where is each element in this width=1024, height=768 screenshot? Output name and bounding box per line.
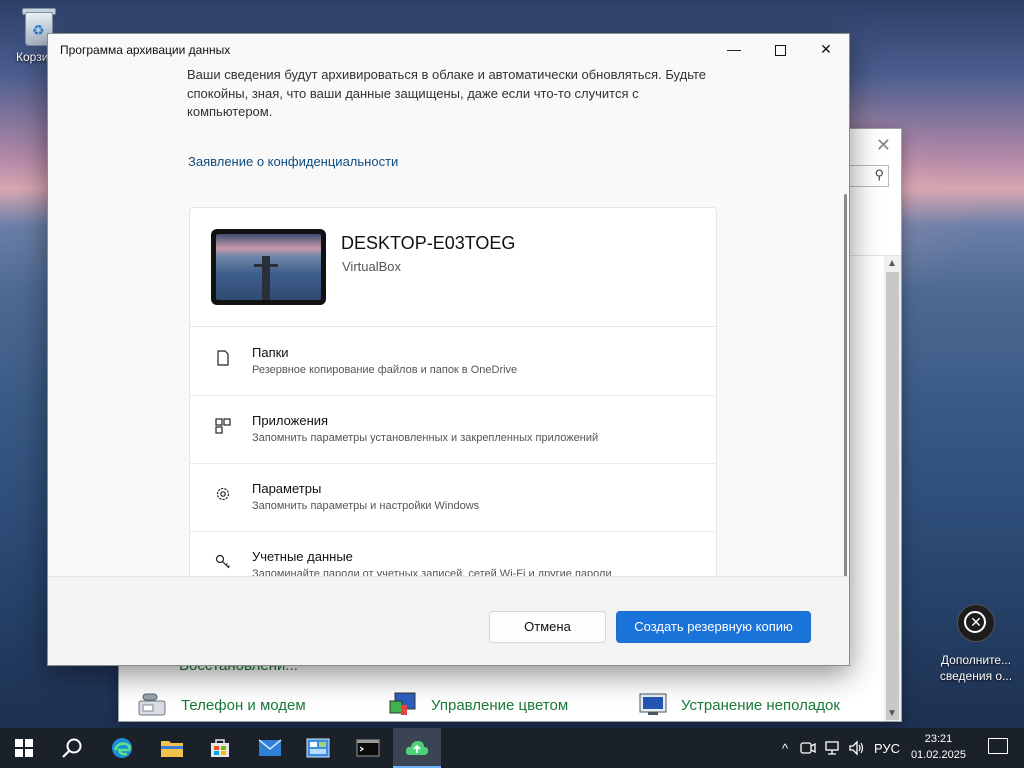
control-panel-item-label: Управление цветом (431, 696, 569, 714)
backup-dialog: Программа архивации данных — ✕ Ваши свед… (47, 33, 850, 666)
taskbar-mail-button[interactable] (246, 728, 294, 768)
system-tray: ^ РУС (776, 728, 900, 768)
maximize-icon (774, 45, 786, 56)
control-panel-scrollbar[interactable]: ▲ ▼ (884, 256, 901, 721)
device-header: DESKTOP-E03TOEG VirtualBox (190, 208, 716, 327)
key-icon (215, 554, 230, 569)
create-backup-button[interactable]: Создать резервную копию (616, 611, 811, 643)
apps-icon (215, 418, 231, 434)
dialog-scrollbar[interactable] (844, 194, 847, 576)
taskbar-store-button[interactable] (196, 728, 244, 768)
start-button[interactable] (0, 728, 48, 768)
info-icon-label-line1: Дополните... (940, 653, 1012, 667)
backup-row-credentials[interactable]: Учетные данные Запоминайте пароли от уче… (190, 531, 716, 576)
network-icon[interactable] (824, 740, 840, 756)
row-description: Резервное копирование файлов и папок в O… (252, 364, 518, 376)
taskbar-backup-button[interactable] (393, 728, 441, 768)
input-language-indicator[interactable]: РУС (874, 741, 900, 756)
control-panel-close-button[interactable]: ✕ (876, 135, 891, 156)
search-icon (62, 738, 82, 758)
row-title: Параметры (252, 481, 322, 496)
info-icon-label-line2: сведения о... (939, 669, 1013, 683)
store-icon (211, 739, 229, 757)
row-description: Запомнить параметры установленных и закр… (252, 432, 599, 444)
device-name: DESKTOP-E03TOEG (341, 233, 516, 253)
maximize-button[interactable] (757, 34, 803, 66)
search-icon: ⚲ (874, 167, 884, 182)
taskbar-clock[interactable]: 23:21 01.02.2025 (911, 731, 966, 763)
backup-options-card: DESKTOP-E03TOEG VirtualBox Папки Резервн… (189, 207, 717, 576)
volume-icon[interactable] (848, 740, 866, 756)
control-panel-icon (306, 738, 330, 758)
backup-row-apps[interactable]: Приложения Запомнить параметры установле… (190, 395, 716, 464)
file-explorer-icon (161, 741, 183, 757)
troubleshooting-icon (639, 693, 667, 715)
taskbar-file-explorer-button[interactable] (148, 728, 196, 768)
dialog-title: Программа архивации данных (60, 43, 231, 57)
cancel-button[interactable]: Отмена (489, 611, 606, 643)
row-title: Приложения (252, 413, 329, 428)
clock-time: 23:21 (924, 733, 953, 745)
device-wallpaper-thumbnail (211, 229, 326, 305)
scroll-up-arrow-icon[interactable]: ▲ (887, 258, 897, 269)
phone-modem-icon (138, 693, 166, 716)
meet-now-icon[interactable] (800, 740, 816, 756)
notification-center-icon[interactable] (988, 738, 1008, 754)
color-management-icon (389, 692, 416, 715)
dialog-footer: Отмена Создать резервную копию (48, 576, 849, 665)
taskbar-control-panel-button[interactable] (294, 728, 342, 768)
additional-info-desktop-icon[interactable]: ✕ Дополните... сведения о... (938, 604, 1014, 684)
backup-row-settings[interactable]: Параметры Запомнить параметры и настройк… (190, 463, 716, 532)
device-model: VirtualBox (342, 259, 402, 274)
clock-date: 01.02.2025 (910, 749, 966, 761)
row-description: Запоминайте пароли от учетных записей, с… (252, 568, 612, 576)
control-panel-item-phone-modem[interactable]: Телефон и модем (137, 691, 306, 719)
row-description: Запомнить параметры и настройки Windows (252, 500, 480, 512)
row-title: Папки (252, 345, 289, 360)
dialog-content: Ваши сведения будут архивироваться в обл… (48, 66, 849, 576)
windows-logo-icon (15, 739, 33, 757)
show-hidden-icons-chevron-icon[interactable]: ^ (776, 741, 794, 756)
scroll-down-arrow-icon[interactable]: ▼ (887, 708, 897, 719)
taskbar: ^ РУС 23:21 01.02.2025 (0, 728, 1024, 768)
gear-icon (216, 487, 230, 501)
taskbar-edge-button[interactable] (98, 728, 146, 768)
backup-row-folders[interactable]: Папки Резервное копирование файлов и пап… (190, 327, 716, 396)
mail-icon (258, 739, 282, 756)
row-title: Учетные данные (252, 549, 353, 564)
taskbar-cmd-button[interactable] (344, 728, 392, 768)
control-panel-item-label: Устранение неполадок (681, 696, 840, 714)
control-panel-item-label: Телефон и модем (181, 696, 306, 714)
folder-icon (217, 350, 229, 366)
dialog-title-bar[interactable]: Программа архивации данных — ✕ (48, 34, 849, 66)
scrollbar-thumb[interactable] (886, 272, 899, 720)
edge-browser-icon (112, 738, 132, 758)
intro-text: Ваши сведения будут архивироваться в обл… (187, 67, 707, 119)
taskbar-search-button[interactable] (48, 728, 96, 768)
command-prompt-icon (356, 739, 380, 757)
control-panel-item-color-management[interactable]: Управление цветом (387, 691, 568, 719)
info-circle-icon: ✕ (957, 604, 995, 642)
control-panel-item-troubleshooting[interactable]: Устранение неполадок (637, 691, 840, 719)
minimize-button[interactable]: — (711, 34, 757, 66)
cloud-upload-icon (405, 741, 429, 755)
close-button[interactable]: ✕ (803, 34, 849, 66)
privacy-statement-link[interactable]: Заявление о конфиденциальности (188, 154, 398, 169)
